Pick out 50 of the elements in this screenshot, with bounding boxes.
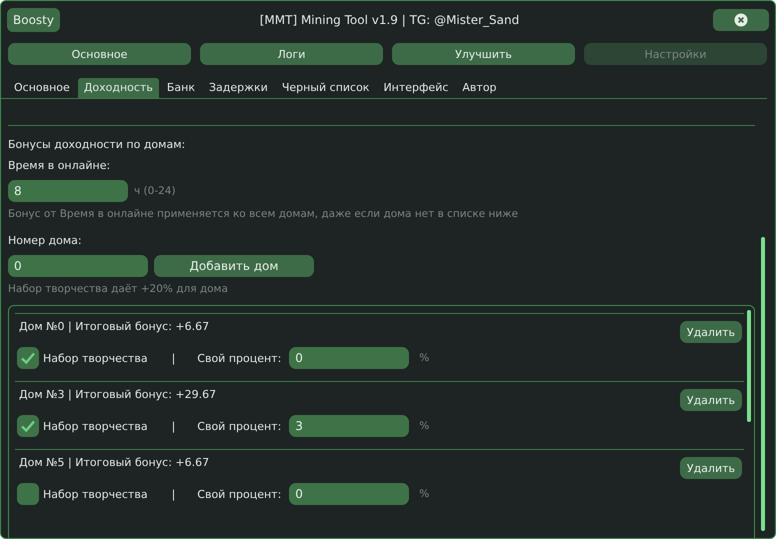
close-icon — [734, 13, 748, 27]
separator-text: | — [172, 352, 176, 364]
scrollbar[interactable] — [761, 237, 765, 531]
window-title: [MMT] Mining Tool v1.9 | TG: @Mister_Sand — [258, 13, 520, 27]
hint-text: Бонус от Время в онлайне применяется ко всем домам, даже если дома нет в списке ниже — [8, 208, 520, 220]
close-button[interactable] — [713, 9, 769, 31]
house-number-field[interactable]: 0 — [8, 255, 148, 277]
unit-text: % — [419, 352, 430, 364]
delete-button[interactable]: Удалить — [680, 457, 742, 479]
scrollbar[interactable] — [747, 310, 751, 422]
sub-tab[interactable]: Основное — [8, 78, 76, 98]
unit-text: % — [419, 420, 430, 432]
checkbox[interactable] — [17, 347, 39, 369]
house-title: Дом №3 | Итоговый бонус: +29.67 — [18, 388, 216, 401]
sub-tab[interactable]: Автор — [456, 78, 503, 98]
main-tab[interactable]: Логи — [200, 43, 383, 65]
house-title: Дом №5 | Итоговый бонус: +6.67 — [18, 456, 210, 469]
main-tab[interactable]: Улучшить — [392, 43, 575, 65]
separator-text: | — [172, 488, 176, 500]
checkbox-label: Набор творчества — [43, 488, 148, 500]
sub-tab[interactable]: Банк — [160, 78, 201, 98]
online-label: Время в онлайне: — [8, 159, 112, 172]
percent-label: Свой процент: — [197, 352, 282, 364]
percent-field[interactable]: 0 — [289, 347, 410, 369]
checkbox-label: Набор творчества — [43, 420, 148, 432]
percent-field[interactable]: 0 — [289, 483, 410, 505]
unit-text: % — [419, 488, 430, 500]
sub-tab[interactable]: Интерфейс — [377, 78, 454, 98]
checkbox-label: Набор творчества — [43, 352, 148, 364]
percent-label: Свой процент: — [197, 420, 282, 432]
checkbox[interactable] — [17, 415, 39, 437]
main-tab[interactable]: Основное — [8, 43, 191, 65]
percent-field[interactable]: 3 — [289, 415, 410, 437]
main-tab[interactable]: Настройки — [584, 43, 767, 65]
section-title: Бонусы доходности по домам: — [8, 138, 186, 151]
house-title: Дом №0 | Итоговый бонус: +6.67 — [18, 320, 210, 333]
unit-text: ч (0-24) — [134, 185, 176, 197]
online-time-field[interactable]: 8 — [8, 180, 128, 202]
delete-button[interactable]: Удалить — [680, 389, 742, 411]
percent-label: Свой процент: — [197, 488, 282, 500]
add-house-button[interactable]: Добавить дом — [154, 255, 314, 277]
delete-button[interactable]: Удалить — [680, 321, 742, 343]
hint-text: Набор творчества даёт +20% для дома — [8, 283, 229, 295]
sub-tab[interactable]: Черный список — [276, 78, 376, 98]
sub-tab[interactable]: Доходность — [78, 78, 159, 98]
checkbox[interactable] — [17, 483, 39, 505]
boosty-button[interactable]: Boosty — [7, 8, 60, 32]
house-number-label: Номер дома: — [8, 234, 83, 247]
separator-text: | — [172, 420, 176, 432]
sub-tab[interactable]: Задержки — [202, 78, 274, 98]
